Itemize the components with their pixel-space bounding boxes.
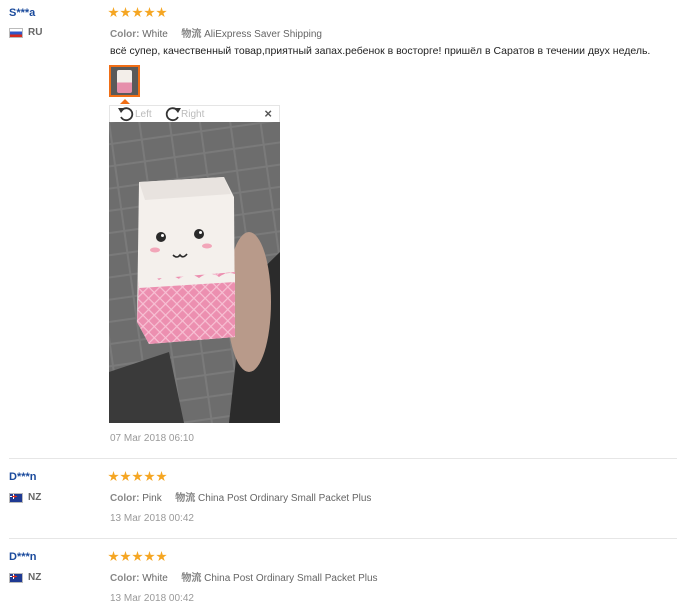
reviewer-name: D***n	[9, 551, 37, 563]
order-info: Color: White 物流 China Post Ordinary Smal…	[110, 569, 378, 584]
star-icon	[120, 7, 131, 18]
shipping-value: AliExpress Saver Shipping	[204, 29, 322, 40]
order-info: Color: Pink 物流 China Post Ordinary Small…	[110, 489, 371, 504]
rotate-right-button[interactable]: Right	[164, 106, 204, 122]
review-text: всё супер, качественный товар,приятный з…	[110, 45, 651, 57]
flag-nz-icon	[9, 492, 23, 503]
rotate-left-icon	[118, 106, 135, 122]
country-code: NZ	[28, 492, 42, 503]
star-rating	[108, 471, 167, 482]
star-icon	[120, 471, 131, 482]
star-icon	[108, 471, 119, 482]
reviewer-country: NZ	[9, 492, 41, 503]
rotate-right-icon	[164, 106, 181, 122]
star-icon	[132, 7, 143, 18]
star-icon	[144, 471, 155, 482]
star-rating	[108, 551, 167, 562]
color-value: White	[142, 573, 168, 584]
star-icon	[156, 7, 167, 18]
color-label: Color:	[110, 493, 140, 504]
photo-thumbnail[interactable]	[109, 65, 140, 97]
review-date: 13 Mar 2018 00:42	[110, 513, 194, 524]
color-label: Color:	[110, 29, 140, 40]
review-divider	[9, 458, 677, 459]
shipping-label: 物流	[181, 29, 202, 40]
thumbnail-caret-icon	[120, 99, 130, 104]
country-code: NZ	[28, 572, 42, 583]
shipping-value: China Post Ordinary Small Packet Plus	[198, 493, 372, 504]
star-icon	[156, 471, 167, 482]
flag-ru-icon	[9, 27, 23, 38]
star-icon	[132, 551, 143, 562]
star-icon	[108, 7, 119, 18]
star-icon	[108, 551, 119, 562]
color-value: Pink	[142, 493, 162, 504]
reviewer-country: RU	[9, 27, 42, 38]
star-icon	[144, 7, 155, 18]
review-photo	[109, 122, 280, 423]
close-icon[interactable]: ×	[264, 107, 272, 121]
review-date: 07 Mar 2018 06:10	[110, 433, 194, 444]
shipping-value: China Post Ordinary Small Packet Plus	[204, 573, 378, 584]
color-value: White	[142, 29, 168, 40]
star-icon	[156, 551, 167, 562]
shipping-label: 物流	[181, 573, 202, 584]
image-viewer-toolbar: Left Right ×	[109, 105, 280, 122]
reviewer-country: NZ	[9, 572, 41, 583]
star-icon	[120, 551, 131, 562]
star-rating	[108, 7, 167, 18]
order-info: Color: White 物流 AliExpress Saver Shippin…	[110, 25, 322, 40]
shipping-label: 物流	[175, 493, 196, 504]
star-icon	[132, 471, 143, 482]
star-icon	[144, 551, 155, 562]
rotate-left-button[interactable]: Left	[118, 106, 152, 122]
review-divider	[9, 538, 677, 539]
rotate-right-label: Right	[181, 108, 205, 120]
review-date: 13 Mar 2018 00:42	[110, 593, 194, 604]
reviewer-name: S***a	[9, 7, 36, 19]
flag-nz-icon	[9, 572, 23, 583]
rotate-left-label: Left	[135, 108, 152, 120]
color-label: Color:	[110, 573, 140, 584]
reviewer-name: D***n	[9, 471, 37, 483]
country-code: RU	[28, 27, 43, 38]
